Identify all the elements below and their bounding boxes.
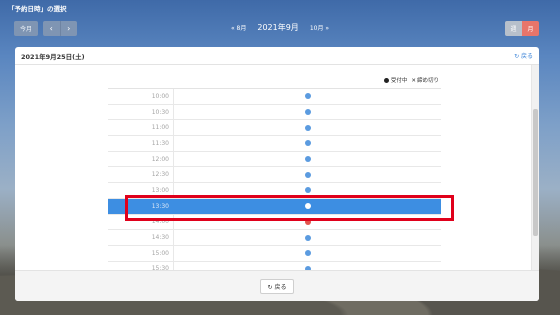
time-slot-label: 11:30	[108, 136, 174, 151]
selected-date: 2021年9月25日(土)	[21, 52, 85, 61]
time-slot-label: 10:00	[108, 89, 174, 104]
availability-cell[interactable]	[174, 246, 441, 261]
available-dot-icon	[304, 171, 311, 178]
availability-cell[interactable]	[174, 167, 441, 182]
next-month-link[interactable]: 10月 »	[310, 23, 329, 32]
time-slot-row[interactable]: 10:00	[108, 89, 441, 105]
cross-icon: ✕	[411, 78, 416, 84]
time-slot-label: 14:30	[108, 230, 174, 245]
view-toggle: 週 月	[505, 21, 539, 36]
available-dot-icon	[304, 124, 311, 131]
selection-highlight-box	[125, 195, 454, 221]
time-slot-row[interactable]: 15:00	[108, 245, 441, 262]
current-month: 2021年9月	[257, 23, 299, 32]
available-dot-icon	[304, 156, 311, 163]
legend-available: 受付中	[383, 76, 407, 84]
availability-cell[interactable]	[174, 89, 441, 104]
time-slot-row[interactable]: 10:30	[108, 104, 441, 121]
scrollbar-thumb[interactable]	[533, 109, 538, 236]
time-slot-list: 10:00 10:30 11:00 11:30 12:00 12:30 13:00 13:30…	[108, 88, 441, 278]
page-title: 「予約日時」の選択	[8, 5, 67, 13]
time-slot-label: 12:30	[108, 167, 174, 183]
header-back-link[interactable]: ↻ 戻る	[514, 51, 533, 60]
week-view-button[interactable]: 週	[505, 21, 522, 36]
back-button[interactable]: ↻ 戻る	[260, 278, 294, 294]
availability-cell[interactable]	[174, 105, 441, 120]
available-dot-icon	[304, 109, 311, 116]
month-navigation: « 8月 2021年9月 10月 »	[0, 22, 560, 33]
filled-circle-icon	[383, 78, 389, 83]
time-slot-row[interactable]: 12:30	[108, 167, 441, 184]
prev-month-link[interactable]: « 8月	[231, 23, 246, 32]
availability-cell[interactable]	[174, 152, 441, 167]
time-slot-row[interactable]: 11:30	[108, 136, 441, 152]
available-dot-icon	[304, 187, 311, 194]
panel-header: 2021年9月25日(土) ↻ 戻る	[15, 47, 539, 65]
time-slot-label: 11:00	[108, 120, 174, 136]
day-panel: 2021年9月25日(土) ↻ 戻る 受付中 ✕締め切り 10:00 10:30 1…	[15, 47, 539, 301]
legend: 受付中 ✕締め切り	[383, 76, 439, 84]
availability-cell[interactable]	[174, 136, 441, 151]
time-slot-row[interactable]: 12:00	[108, 151, 441, 168]
panel-footer: ↻ 戻る	[15, 270, 539, 301]
available-dot-icon	[304, 234, 311, 241]
available-dot-icon	[304, 140, 311, 147]
available-dot-icon	[304, 93, 311, 100]
scrollbar[interactable]	[531, 65, 539, 270]
time-slot-row[interactable]: 11:00	[108, 120, 441, 137]
legend-closed: ✕締め切り	[411, 78, 439, 84]
time-slot-row[interactable]: 14:30	[108, 230, 441, 246]
available-dot-icon	[304, 250, 311, 257]
time-slot-label: 12:00	[108, 151, 174, 167]
availability-cell[interactable]	[174, 120, 441, 135]
availability-cell[interactable]	[174, 230, 441, 245]
time-slot-label: 15:00	[108, 245, 174, 261]
time-slot-label: 10:30	[108, 104, 174, 120]
month-view-button[interactable]: 月	[522, 21, 539, 36]
